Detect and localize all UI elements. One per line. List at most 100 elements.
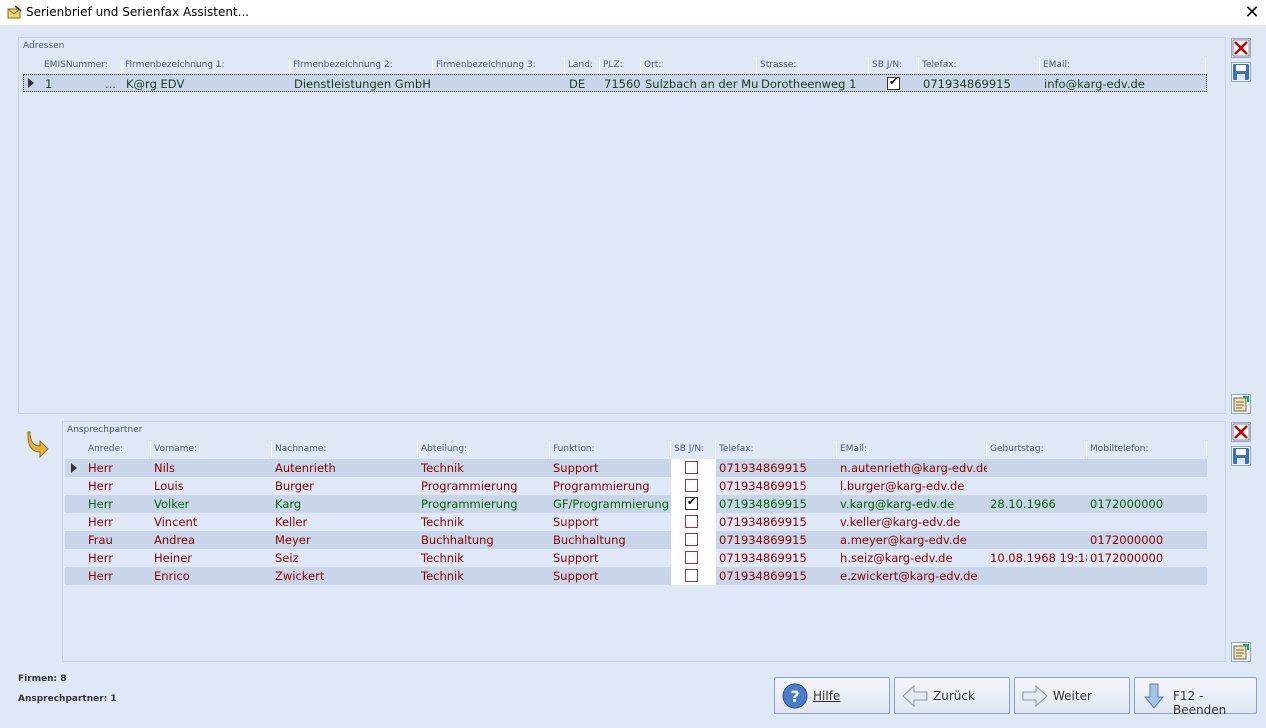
export-address-button[interactable] xyxy=(1231,394,1251,414)
cell-vorname: Nils xyxy=(154,461,175,475)
sb-checkbox[interactable] xyxy=(685,569,698,582)
cell-nachname: Seiz xyxy=(275,551,299,565)
column-header[interactable]: Telefax: xyxy=(716,441,837,458)
cell-geburtstag: 28.10.1966 xyxy=(990,497,1056,511)
column-header[interactable]: PLZ: xyxy=(600,57,641,74)
cell-anrede: Herr xyxy=(88,497,113,511)
table-row[interactable]: Herr Nils Autenrieth Technik Support 071… xyxy=(65,459,1207,477)
beenden-button[interactable]: F12 - Beenden xyxy=(1134,677,1257,717)
column-header[interactable]: Funktion: xyxy=(550,441,671,458)
column-header[interactable]: Telefax: xyxy=(919,57,1040,74)
column-header[interactable]: EMail: xyxy=(1040,57,1206,74)
arrow-down-icon xyxy=(1143,683,1165,709)
sb-checkbox[interactable] xyxy=(685,551,698,564)
column-header[interactable]: Firmenbezeichnung 1: xyxy=(122,57,290,74)
cell-geburtstag: 10.08.1968 19:18 xyxy=(990,551,1087,565)
cell-vorname: Vincent xyxy=(154,515,198,529)
cell-vorname: Volker xyxy=(154,497,190,511)
export-icon xyxy=(1233,396,1249,412)
cell-nachname: Karg xyxy=(275,497,302,511)
column-header[interactable]: Geburtstag: xyxy=(987,441,1087,458)
delete-icon xyxy=(1232,39,1250,57)
table-row[interactable]: Frau Andrea Meyer Buchhaltung Buchhaltun… xyxy=(65,531,1207,549)
help-icon: ? xyxy=(782,683,808,709)
cell-mobil: 0172000000 xyxy=(1090,533,1164,547)
zurueck-button[interactable]: Zurück xyxy=(894,677,1010,714)
cell-nachname: Burger xyxy=(275,479,314,493)
cell-abteilung: Technik xyxy=(421,551,464,565)
ansprechpartner-panel-title: Ansprechpartner xyxy=(67,425,143,435)
cell-mobil xyxy=(1087,513,1207,531)
cell-funktion: Buchhaltung xyxy=(553,533,626,547)
cell-more-button[interactable]: ... xyxy=(102,75,123,93)
curved-arrow-icon xyxy=(27,431,49,458)
cell-telefax: 071934869915 xyxy=(719,569,807,583)
cell-email: v.keller@karg-edv.de xyxy=(840,515,961,529)
save-address-button[interactable] xyxy=(1231,62,1251,82)
cell-firma2: Dienstleistungen GmbH xyxy=(294,77,431,91)
column-header[interactable]: Ort: xyxy=(641,57,757,74)
table-row[interactable]: Herr Volker Karg Programmierung GF/Progr… xyxy=(65,495,1207,513)
status-ansprechpartner: Ansprechpartner: 1 xyxy=(18,694,117,704)
sb-checkbox[interactable] xyxy=(887,75,900,90)
status-firmen: Firmen: 8 xyxy=(18,674,67,684)
svg-text:?: ? xyxy=(790,687,799,706)
export-icon xyxy=(1233,644,1249,660)
row-selector-icon xyxy=(28,78,34,88)
column-header[interactable]: Land: xyxy=(565,57,600,74)
hilfe-button[interactable]: ? Hilfe xyxy=(774,677,890,714)
sb-checkbox[interactable] xyxy=(685,533,698,546)
export-contact-button[interactable] xyxy=(1231,642,1251,662)
ansprechpartner-grid[interactable]: Anrede: Vorname: Nachname: Abteilung: Fu… xyxy=(65,441,1223,659)
column-header[interactable]: Strasse: xyxy=(757,57,869,74)
column-header[interactable]: EMail: xyxy=(837,441,987,458)
cell-telefax: 071934869915 xyxy=(719,551,807,565)
cell-nachname: Autenrieth xyxy=(275,461,336,475)
beenden-button-label: F12 - Beenden xyxy=(1173,689,1227,717)
sb-checkbox[interactable] xyxy=(685,461,698,474)
column-header[interactable]: Firmenbezeichnung 2: xyxy=(290,57,433,74)
cell-telefax: 071934869915 xyxy=(719,497,807,511)
delete-address-button[interactable] xyxy=(1231,38,1251,58)
cell-funktion: Support xyxy=(553,569,599,583)
column-header[interactable]: Abteilung: xyxy=(418,441,550,458)
table-row[interactable]: Herr Vincent Keller Technik Support 0719… xyxy=(65,513,1207,531)
weiter-button-label: Weiter xyxy=(1053,689,1092,703)
cell-geburtstag xyxy=(987,513,1087,531)
table-row[interactable]: Herr Louis Burger Programmierung Program… xyxy=(65,477,1207,495)
cell-anrede: Herr xyxy=(88,515,113,529)
column-header[interactable]: SB J/N: xyxy=(671,441,716,458)
cell-email: info@karg-edv.de xyxy=(1044,77,1145,91)
arrow-right-icon xyxy=(1022,684,1048,708)
weiter-button[interactable]: Weiter xyxy=(1014,677,1130,714)
column-header[interactable]: EMISNummer: xyxy=(41,57,122,74)
column-header[interactable]: SB J/N: xyxy=(869,57,919,74)
cell-geburtstag xyxy=(987,459,1087,477)
cell-firma3 xyxy=(434,75,566,93)
sb-checkbox[interactable] xyxy=(685,515,698,528)
arrow-left-icon xyxy=(902,684,928,708)
cell-nachname: Meyer xyxy=(275,533,311,547)
column-header[interactable]: Anrede: xyxy=(85,441,151,458)
save-contact-button[interactable] xyxy=(1231,446,1251,466)
cell-email: h.seiz@karg-edv.de xyxy=(840,551,953,565)
delete-contact-button[interactable] xyxy=(1231,422,1251,442)
sb-checkbox[interactable] xyxy=(685,479,698,492)
cell-nachname: Keller xyxy=(275,515,308,529)
adressen-panel-title: Adressen xyxy=(23,41,65,51)
cell-anrede: Frau xyxy=(88,533,113,547)
table-row[interactable]: Herr Heiner Seiz Technik Support 0719348… xyxy=(65,549,1207,567)
zurueck-button-label: Zurück xyxy=(933,689,975,703)
table-row[interactable]: Herr Enrico Zwickert Technik Support 071… xyxy=(65,567,1207,585)
table-row[interactable]: 1 ... K@rg EDV Dienstleistungen GmbH DE … xyxy=(23,74,1207,92)
column-header[interactable]: Mobiltelefon: xyxy=(1087,441,1207,458)
adressen-grid[interactable]: EMISNummer: Firmenbezeichnung 1: Firmenb… xyxy=(23,57,1215,411)
column-header[interactable]: Nachname: xyxy=(272,441,418,458)
cell-mobil xyxy=(1087,567,1207,585)
cell-telefax: 071934869915 xyxy=(923,77,1011,91)
close-window-button[interactable]: ✕ xyxy=(1240,2,1264,24)
column-header[interactable]: Firmenbezeichnung 3: xyxy=(433,57,565,74)
sb-checkbox[interactable] xyxy=(685,495,698,510)
cell-email: v.karg@karg-edv.de xyxy=(840,497,955,511)
column-header[interactable]: Vorname: xyxy=(151,441,272,458)
